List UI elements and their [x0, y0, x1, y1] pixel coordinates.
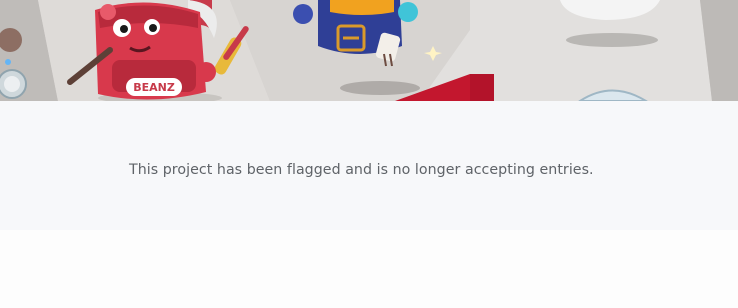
- bean-badge-text: BEANZ: [133, 81, 175, 94]
- flagged-notice-message: This project has been flagged and is no …: [129, 162, 594, 178]
- hero-artwork: BEANZ: [0, 0, 738, 101]
- flagged-notice-panel: This project has been flagged and is no …: [0, 101, 738, 230]
- page-footer-space: [0, 230, 738, 308]
- hero-banner-image: BEANZ: [0, 0, 738, 101]
- page: BEANZ This project has been flagged and …: [0, 0, 738, 308]
